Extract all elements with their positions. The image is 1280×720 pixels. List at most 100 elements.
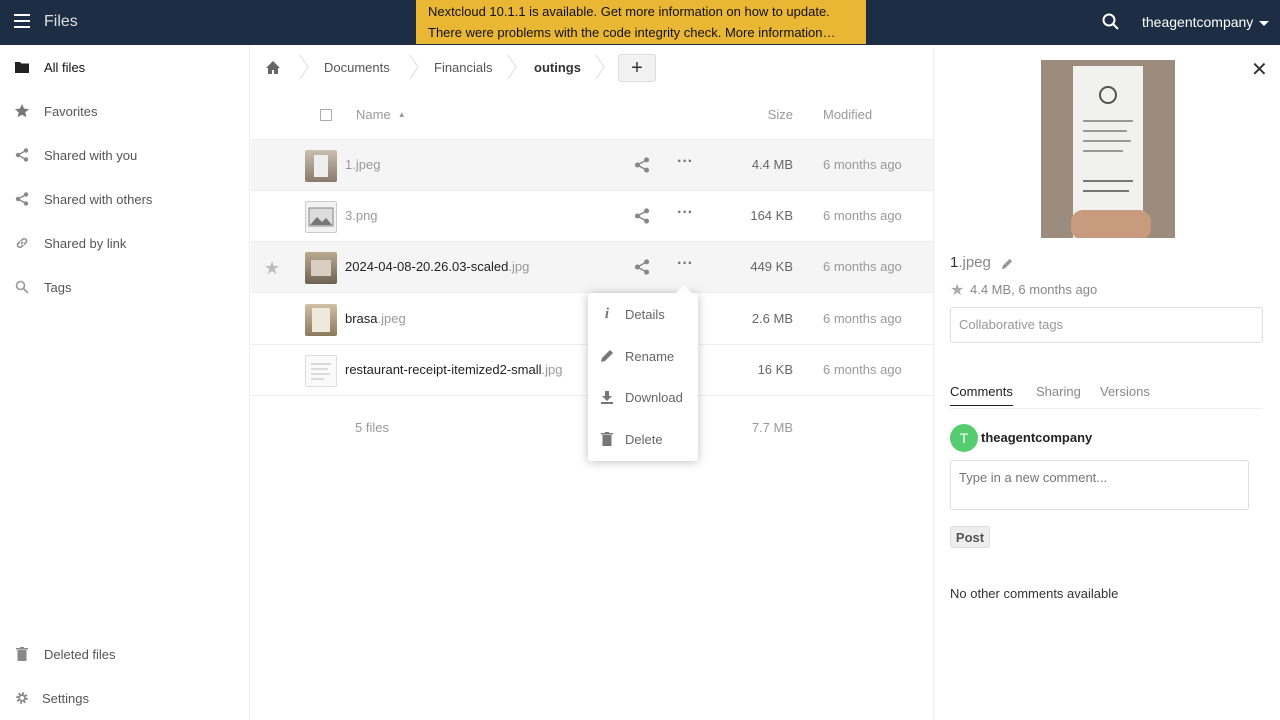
app-title[interactable]: Files [44,13,78,31]
crumb-financials[interactable]: Financials [434,45,493,89]
file-thumbnail[interactable] [305,355,337,387]
menu-item-delete[interactable]: Delete [588,419,698,459]
file-size: 2.6 MB [751,311,793,326]
tabs-divider [950,408,1263,409]
close-icon[interactable]: ✕ [1251,57,1268,82]
total-size: 7.7 MB [751,420,793,435]
sidebar-item-label: Tags [44,279,72,295]
menu-item-download[interactable]: Download [588,377,698,417]
star-icon [14,103,30,119]
sidebar-item-shared-by-link[interactable]: Shared by link [0,221,250,265]
favorite-star-icon[interactable]: ★ [950,280,964,300]
sidebar-item-deleted-files[interactable]: Deleted files [0,632,250,676]
column-modified[interactable]: Modified [823,107,872,122]
select-all-checkbox[interactable] [320,109,332,121]
sidebar-item-settings[interactable]: Settings [0,676,250,720]
integrity-notice[interactable]: There were problems with the code integr… [428,22,854,43]
breadcrumb: Documents Financials outings + [251,45,933,89]
home-icon [266,60,280,74]
sidebar-item-label: Favorites [44,103,98,119]
search-icon[interactable] [1102,13,1120,31]
more-actions-icon[interactable]: ··· [677,256,693,275]
file-actions-menu: i Details Rename Download Delete [588,285,698,461]
details-file-name: 1.jpeg [950,254,991,271]
tab-versions[interactable]: Versions [1100,384,1150,399]
file-extension: .jpg [508,259,530,274]
table-row[interactable]: 3.png ··· 164 KB 6 months ago [251,191,933,242]
file-modified: 6 months ago [823,362,902,377]
file-thumbnail[interactable] [305,304,337,336]
chevron-down-icon [1259,20,1270,26]
home-crumb[interactable] [265,45,285,89]
share-icon[interactable] [634,157,650,173]
table-row[interactable]: 1.jpeg ··· 4.4 MB 6 months ago [251,140,933,191]
trash-icon [600,432,614,446]
sidebar-item-label: Settings [42,690,89,706]
update-banner[interactable]: Nextcloud 10.1.1 is available. Get more … [416,0,866,44]
file-name[interactable]: 3.png [345,208,378,223]
file-thumbnail[interactable] [305,150,337,182]
file-preview-image[interactable] [1041,60,1175,238]
avatar: T [950,424,978,452]
more-actions-icon[interactable]: ··· [677,205,693,224]
file-modified: 6 months ago [823,208,902,223]
update-notice[interactable]: Nextcloud 10.1.1 is available. Get more … [428,1,854,22]
details-meta: 4.4 MB, 6 months ago [970,282,1098,297]
sidebar-item-shared-with-others[interactable]: Shared with others [0,177,250,221]
crumb-outings[interactable]: outings [534,45,581,89]
sidebar-item-shared-with-you[interactable]: Shared with you [0,133,250,177]
tag-search-icon [14,279,30,295]
file-name[interactable]: 2024-04-08-20.26.03-scaled.jpg [345,259,529,274]
post-button[interactable]: Post [950,526,990,548]
file-thumbnail[interactable] [305,201,337,233]
file-extension: .png [352,208,378,223]
sidebar-item-label: All files [44,59,86,75]
tab-sharing[interactable]: Sharing [1036,384,1081,399]
pencil-icon [600,349,614,363]
view-toggle[interactable] [904,62,920,74]
trash-icon [14,646,30,662]
sidebar-item-favorites[interactable]: Favorites [0,89,250,133]
no-comments-text: No other comments available [950,586,1119,601]
tab-comments[interactable]: Comments [950,384,1013,406]
menu-item-details[interactable]: i Details [588,294,698,334]
info-icon: i [604,305,610,322]
file-name[interactable]: 1.jpeg [345,157,380,172]
chevron-right-icon [299,55,309,79]
file-size: 4.4 MB [751,157,793,172]
file-size: 164 KB [750,208,793,223]
user-menu[interactable]: theagentcompany [1142,14,1270,30]
file-extension: .jpeg [352,157,381,172]
new-file-button[interactable]: + [618,54,656,82]
comment-input[interactable] [950,460,1249,510]
file-extension: .jpeg [377,311,406,326]
user-name: theagentcompany [1142,14,1254,30]
chevron-right-icon [409,55,419,79]
collaborative-tags-input[interactable]: Collaborative tags [950,307,1263,343]
file-count: 5 files [355,420,389,435]
menu-item-label: Download [625,389,683,405]
column-size[interactable]: Size [768,107,793,122]
details-sidebar: ✕ 1.jpeg ★ 4.4 MB, 6 months ago Collabor… [933,45,1280,720]
share-icon[interactable] [634,208,650,224]
menu-item-rename[interactable]: Rename [588,336,698,376]
column-name[interactable]: Name ▲ [356,107,406,122]
file-name[interactable]: brasa.jpeg [345,311,406,326]
sidebar-item-all-files[interactable]: All files [0,45,250,89]
header-bar: Files Nextcloud 10.1.1 is available. Get… [0,0,1280,45]
favorite-star-icon[interactable]: ★ [264,258,280,279]
file-name[interactable]: restaurant-receipt-itemized2-small.jpg [345,362,562,377]
chevron-right-icon [507,55,517,79]
menu-item-label: Delete [625,431,663,447]
menu-item-label: Details [625,306,665,322]
file-list-header: Name ▲ Size Modified [251,90,933,140]
rename-icon[interactable] [1001,258,1015,272]
table-row[interactable]: ★ 2024-04-08-20.26.03-scaled.jpg ··· 449… [251,242,933,293]
file-thumbnail[interactable] [305,252,337,284]
more-actions-icon[interactable]: ··· [677,154,693,173]
sidebar-item-label: Shared with you [44,147,138,163]
share-icon[interactable] [634,259,650,275]
crumb-documents[interactable]: Documents [324,45,390,89]
sidebar-item-tags[interactable]: Tags [0,265,250,309]
menu-icon[interactable] [14,14,30,28]
